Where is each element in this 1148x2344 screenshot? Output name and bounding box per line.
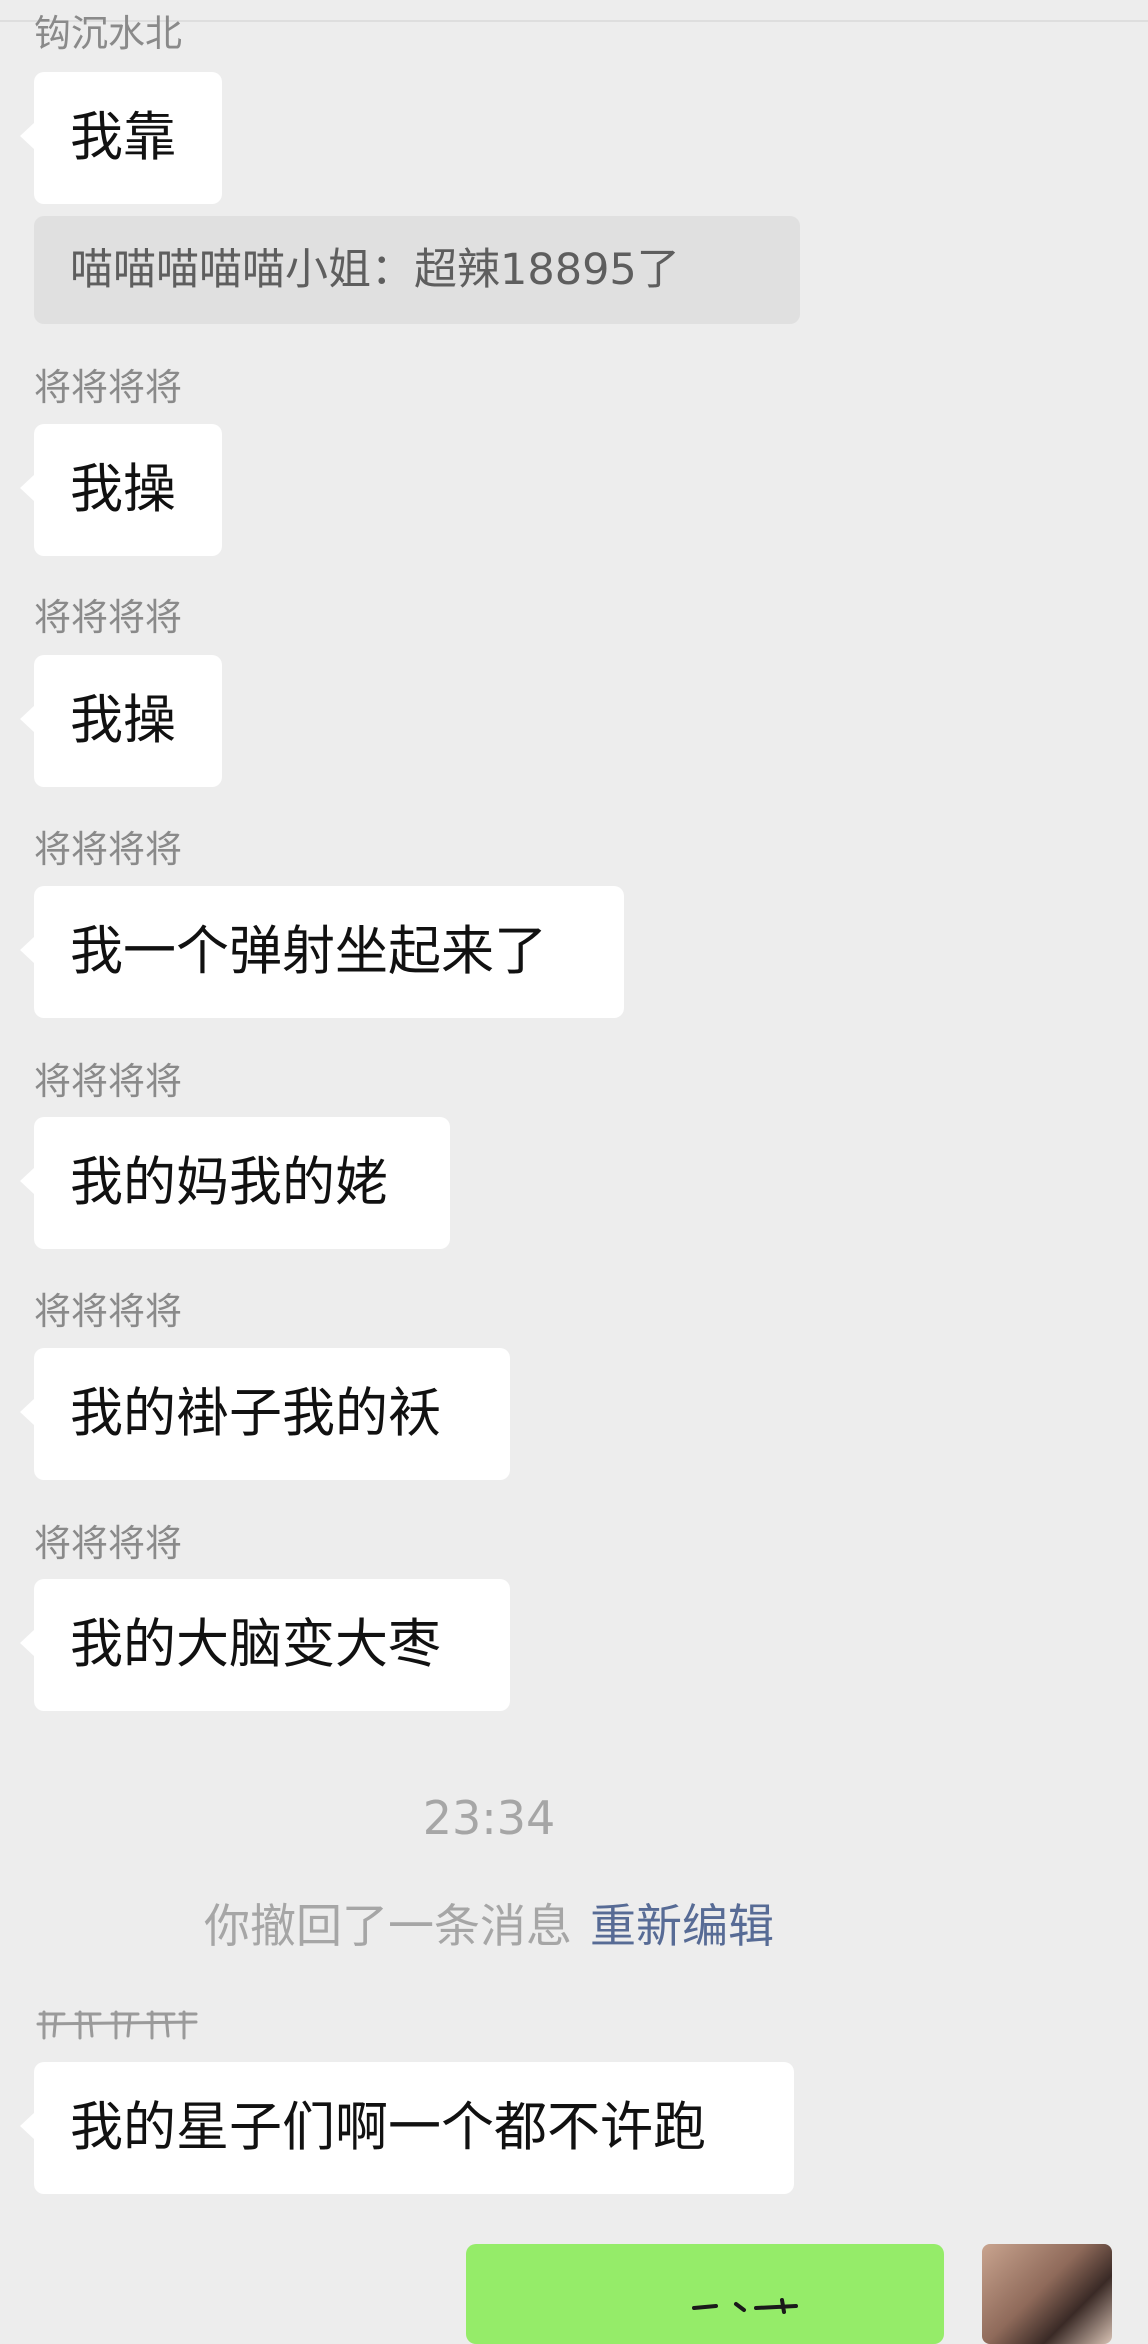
message-bubble[interactable]: 我的妈我的姥 [20, 1117, 450, 1249]
re-edit-link[interactable]: 重新编辑 [590, 1899, 774, 1953]
sender-name: 将将将将 [34, 1290, 182, 1333]
sender-name: 将将将将 [34, 596, 182, 639]
message-bubble[interactable]: 我操 [20, 655, 222, 787]
message-timestamp: 23:34 [422, 1791, 556, 1845]
quoted-message[interactable]: 喵喵喵喵喵小姐：超辣18895了 [34, 216, 800, 324]
message-bubble[interactable]: 我操 [20, 424, 222, 556]
redacted-sender-name [36, 2010, 198, 2040]
sender-name: 将将将将 [34, 366, 182, 409]
cropped-text [692, 2298, 798, 2314]
sender-name: 将将将将 [34, 828, 182, 871]
message-bubble[interactable]: 我的星子们啊一个都不许跑 [20, 2062, 794, 2194]
message-bubble[interactable]: 我的大脑变大枣 [20, 1579, 510, 1711]
message-bubble[interactable]: 我靠 [20, 72, 222, 204]
sender-name: 钩沉水北 [34, 12, 182, 55]
own-message-bubble[interactable] [466, 2244, 944, 2344]
recall-notice: 你撤回了一条消息 重新编辑 [0, 1898, 978, 1954]
own-avatar[interactable] [982, 2244, 1112, 2344]
recall-text: 你撤回了一条消息 [204, 1899, 572, 1953]
message-bubble[interactable]: 我一个弹射坐起来了 [20, 886, 624, 1018]
sender-name: 将将将将 [34, 1060, 182, 1103]
sender-name: 将将将将 [34, 1522, 182, 1565]
message-bubble[interactable]: 我的褂子我的袄 [20, 1348, 510, 1480]
